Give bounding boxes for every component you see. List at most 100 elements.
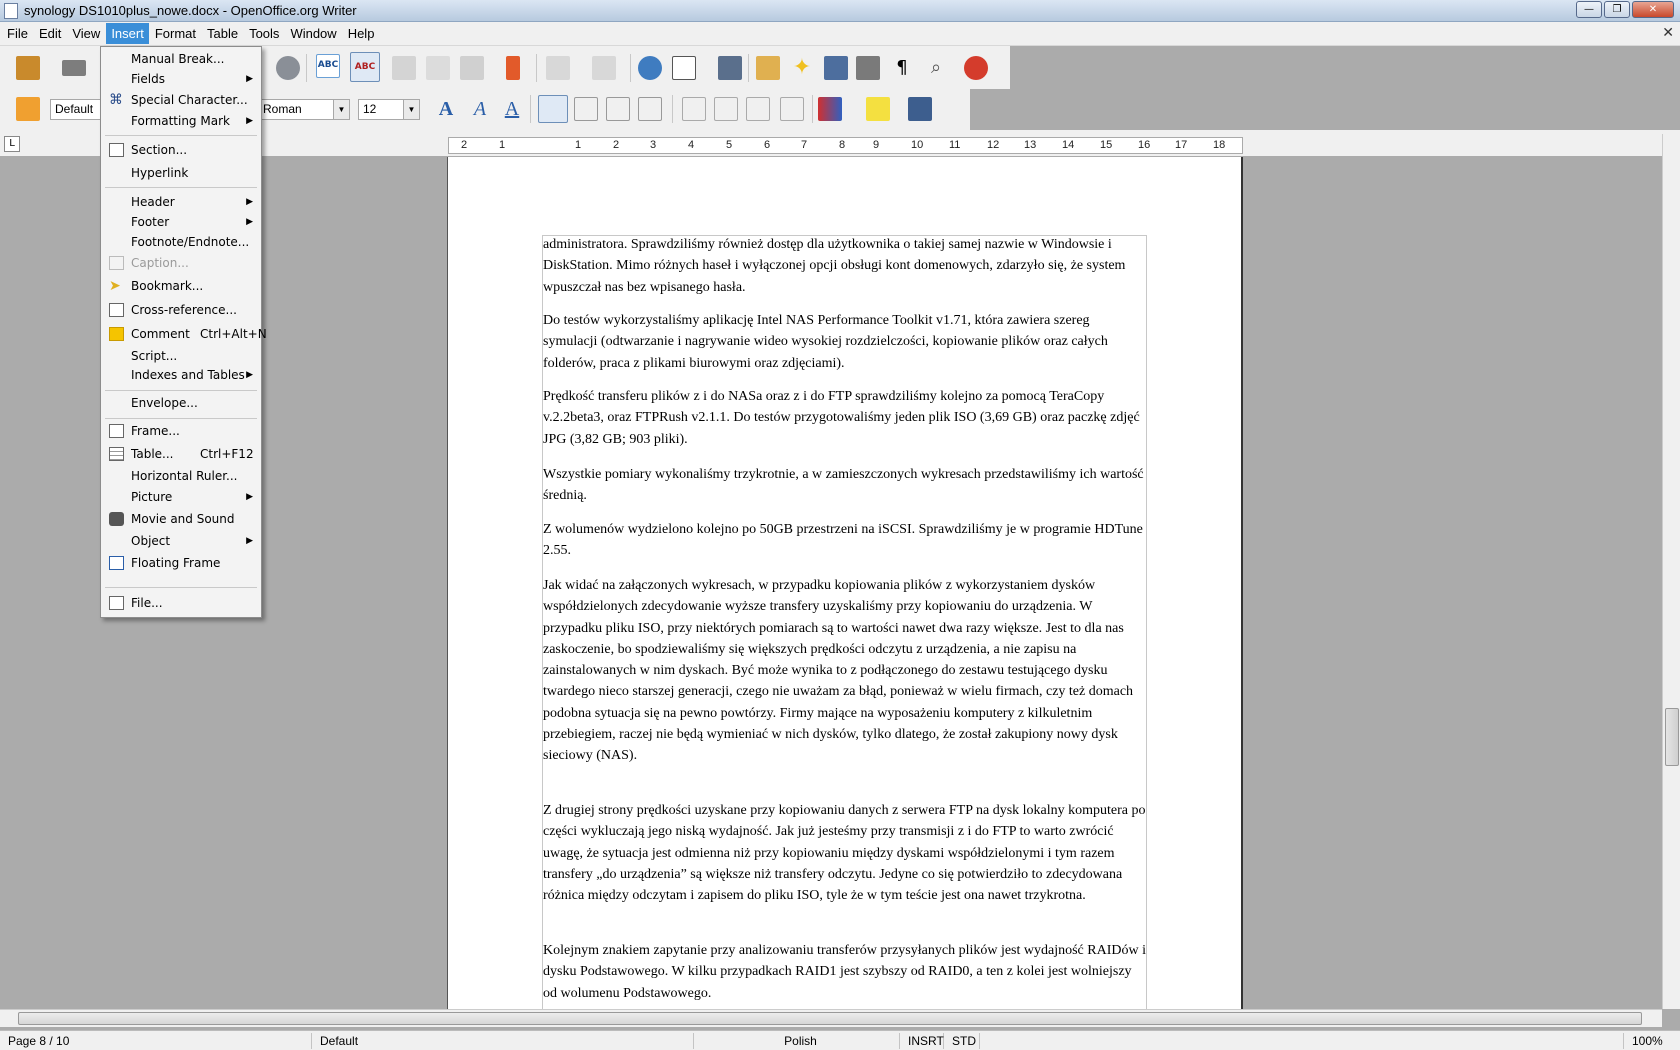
bold-icon[interactable]: A bbox=[434, 97, 458, 121]
menu-file[interactable]: File bbox=[2, 23, 33, 44]
menu-window[interactable]: Window bbox=[285, 23, 341, 44]
document-paragraph[interactable]: Kolejnym znakiem zapytanie przy analizow… bbox=[543, 940, 1147, 1004]
menu-item-floating-frame[interactable]: Floating Frame bbox=[103, 553, 259, 573]
document-paragraph[interactable]: Jak widać na załączonych wykresach, w pr… bbox=[543, 575, 1147, 767]
numbering-icon[interactable] bbox=[682, 97, 706, 121]
document-paragraph[interactable]: administratora. Sprawdziliśmy również do… bbox=[543, 234, 1147, 298]
document-paragraph[interactable]: Do testów wykorzystaliśmy aplikację Inte… bbox=[543, 310, 1147, 374]
align-center-icon[interactable] bbox=[574, 97, 598, 121]
menu-item-footnote-endnote[interactable]: Footnote/Endnote... bbox=[103, 232, 259, 252]
edit-icon[interactable] bbox=[756, 56, 780, 80]
menu-item-table[interactable]: Table... Ctrl+F12 bbox=[103, 444, 259, 464]
autospellcheck-icon[interactable]: ABC bbox=[350, 52, 380, 82]
horizontal-scrollbar[interactable] bbox=[0, 1009, 1662, 1027]
new-document-icon[interactable] bbox=[16, 56, 40, 80]
document-paragraph[interactable]: Prędkość transferu plików z i do NASa or… bbox=[543, 386, 1147, 450]
data-sources-icon[interactable] bbox=[856, 56, 880, 80]
menu-item-caption: Caption... bbox=[103, 253, 259, 273]
language-indicator[interactable]: Polish bbox=[696, 1033, 900, 1049]
font-color-icon[interactable] bbox=[818, 97, 842, 121]
justify-icon[interactable] bbox=[638, 97, 662, 121]
formatting-marks-icon[interactable]: ¶ bbox=[890, 56, 914, 80]
bullets-icon[interactable] bbox=[714, 97, 738, 121]
gallery-icon[interactable] bbox=[824, 56, 848, 80]
show-draw-functions-icon[interactable] bbox=[718, 56, 742, 80]
spellcheck-icon[interactable]: ABC bbox=[316, 54, 340, 78]
undo-icon[interactable] bbox=[546, 56, 570, 80]
menu-item-hyperlink[interactable]: Hyperlink bbox=[103, 163, 259, 183]
insert-table-icon[interactable] bbox=[672, 56, 696, 80]
background-color-icon[interactable] bbox=[908, 97, 932, 121]
menu-table[interactable]: Table bbox=[202, 23, 243, 44]
document-paragraph[interactable]: Wszystkie pomiary wykonaliśmy trzykrotni… bbox=[543, 464, 1147, 507]
menu-item-cross-reference[interactable]: Cross-reference... bbox=[103, 300, 259, 320]
menu-item-fields[interactable]: Fields ▶ bbox=[103, 69, 259, 89]
italic-icon[interactable]: A bbox=[468, 97, 492, 121]
insert-mode-indicator[interactable]: INSRT bbox=[902, 1033, 944, 1049]
menu-item-frame[interactable]: Frame... bbox=[103, 421, 259, 441]
font-name-combo[interactable]: Roman ▼ bbox=[258, 99, 350, 120]
zoom-level[interactable]: 100% bbox=[1626, 1033, 1678, 1049]
help-icon[interactable] bbox=[964, 56, 988, 80]
align-left-icon[interactable] bbox=[538, 95, 568, 123]
close-button[interactable]: ✕ bbox=[1632, 1, 1674, 18]
font-size-combo[interactable]: 12 ▼ bbox=[358, 99, 420, 120]
menu-item-horizontal-ruler[interactable]: Horizontal Ruler... bbox=[103, 466, 259, 486]
menu-help[interactable]: Help bbox=[343, 23, 380, 44]
vertical-scrollbar[interactable] bbox=[1662, 134, 1680, 1009]
underline-icon[interactable]: A bbox=[500, 97, 524, 121]
maximize-button[interactable]: ❐ bbox=[1604, 1, 1630, 18]
align-right-icon[interactable] bbox=[606, 97, 630, 121]
menu-view[interactable]: View bbox=[67, 23, 105, 44]
menu-item-movie-and-sound[interactable]: Movie and Sound bbox=[103, 509, 259, 529]
menu-item-manual-break[interactable]: Manual Break... bbox=[103, 49, 259, 69]
menu-item-section[interactable]: Section... bbox=[103, 140, 259, 160]
clone-formatting-icon[interactable] bbox=[506, 56, 520, 80]
menu-insert[interactable]: Insert bbox=[106, 23, 149, 44]
horizontal-scroll-thumb[interactable] bbox=[18, 1012, 1642, 1025]
close-document-icon[interactable]: ✕ bbox=[1662, 25, 1674, 41]
menu-item-indexes-and-tables[interactable]: Indexes and Tables ▶ bbox=[103, 365, 259, 385]
horizontal-ruler[interactable]: 2 1 1 2 3 4 5 6 7 8 9 10 11 12 13 14 15 … bbox=[448, 137, 1243, 154]
menu-item-comment[interactable]: Comment Ctrl+Alt+N bbox=[103, 324, 267, 344]
hyperlink-icon[interactable] bbox=[638, 56, 662, 80]
selection-mode-indicator[interactable]: STD bbox=[946, 1033, 980, 1049]
zoom-slider[interactable] bbox=[1438, 1033, 1624, 1049]
navigator-icon[interactable]: ✦ bbox=[790, 56, 814, 80]
submenu-arrow-icon: ▶ bbox=[246, 492, 253, 502]
menu-item-footer[interactable]: Footer ▶ bbox=[103, 212, 259, 232]
print-preview-icon[interactable] bbox=[276, 56, 300, 80]
submenu-arrow-icon: ▶ bbox=[246, 74, 253, 84]
document-paragraph[interactable]: Z drugiej strony prędkości uzyskane przy… bbox=[543, 800, 1147, 906]
menu-item-file[interactable]: File... bbox=[103, 593, 259, 613]
zoom-icon[interactable]: ⌕ bbox=[924, 56, 948, 80]
tab-stop-selector[interactable]: L bbox=[4, 136, 20, 152]
paragraph-style-combo[interactable]: Default bbox=[50, 99, 102, 120]
open-icon[interactable] bbox=[62, 60, 86, 76]
menu-item-header[interactable]: Header ▶ bbox=[103, 192, 259, 212]
menu-item-formatting-mark[interactable]: Formatting Mark ▶ bbox=[103, 111, 259, 131]
menu-edit[interactable]: Edit bbox=[34, 23, 66, 44]
vertical-scroll-thumb[interactable] bbox=[1665, 708, 1679, 766]
menu-item-picture[interactable]: Picture ▶ bbox=[103, 487, 259, 507]
cut-icon[interactable] bbox=[392, 56, 416, 80]
paste-icon[interactable] bbox=[460, 56, 484, 80]
menu-format[interactable]: Format bbox=[150, 23, 201, 44]
copy-icon[interactable] bbox=[426, 56, 450, 80]
menu-item-object[interactable]: Object ▶ bbox=[103, 531, 259, 551]
styles-formatting-icon[interactable] bbox=[16, 97, 40, 121]
minimize-button[interactable]: — bbox=[1576, 1, 1602, 18]
page-indicator[interactable]: Page 8 / 10 bbox=[2, 1033, 312, 1049]
document-paragraph[interactable]: Z wolumenów wydzielono kolejno po 50GB p… bbox=[543, 519, 1147, 562]
menu-item-special-character[interactable]: ⌘ Special Character... bbox=[103, 90, 259, 110]
redo-icon[interactable] bbox=[592, 56, 616, 80]
cross-reference-icon bbox=[109, 303, 124, 317]
menu-item-envelope[interactable]: Envelope... bbox=[103, 393, 259, 413]
highlighting-icon[interactable] bbox=[866, 97, 890, 121]
menu-tools[interactable]: Tools bbox=[244, 23, 284, 44]
increase-indent-icon[interactable] bbox=[780, 97, 804, 121]
menu-item-bookmark[interactable]: ➤ Bookmark... bbox=[103, 276, 259, 296]
menu-item-script[interactable]: Script... bbox=[103, 346, 259, 366]
decrease-indent-icon[interactable] bbox=[746, 97, 770, 121]
page-style-indicator[interactable]: Default bbox=[314, 1033, 694, 1049]
